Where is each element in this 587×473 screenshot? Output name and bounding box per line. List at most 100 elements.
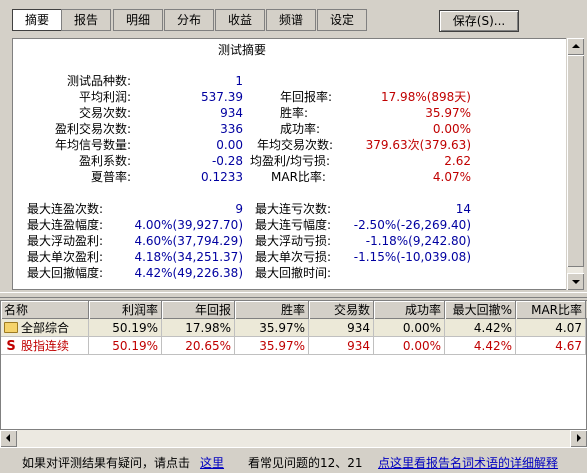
tab-returns[interactable]: 收益 — [215, 9, 265, 31]
summary-value: 0.00 — [216, 138, 243, 152]
scroll-left-button[interactable] — [0, 430, 17, 447]
cell-win-rate: 35.97% — [235, 319, 309, 337]
cell-mar: 4.67 — [516, 337, 586, 355]
column-header-profit-rate[interactable]: 利润率 — [89, 301, 162, 319]
scroll-up-button[interactable] — [567, 38, 584, 55]
summary-title: 测试摘要 — [218, 43, 267, 57]
cell-profit-rate: 50.19% — [89, 337, 162, 355]
summary-label: 盈利系数: — [78, 154, 131, 168]
summary-label: 最大连亏幅度: — [255, 218, 332, 232]
summary-label: 最大单次亏损: — [255, 250, 332, 264]
summary-label: 胜率: — [280, 106, 309, 120]
column-header-annual-return[interactable]: 年回报 — [162, 301, 235, 319]
tab-distribution[interactable]: 分布 — [164, 9, 214, 31]
summary-value: -1.18%(9,242.80) — [365, 234, 471, 248]
scroll-thumb[interactable] — [567, 55, 584, 267]
question-text: 如果对评测结果有疑问，请点击 — [22, 456, 191, 470]
summary-scrollbar[interactable] — [566, 38, 584, 290]
arrow-up-icon — [572, 44, 580, 48]
summary-value: 2.62 — [444, 154, 471, 168]
summary-label: 成功率: — [280, 122, 321, 136]
summary-value: 336 — [220, 122, 243, 136]
summary-label: 最大单次盈利: — [27, 250, 104, 264]
summary-value: 379.63次(379.63) — [365, 138, 471, 152]
cell-annual-return: 17.98% — [162, 319, 235, 337]
summary-label: MAR比率: — [271, 170, 326, 184]
tab-details[interactable]: 明细 — [113, 9, 163, 31]
table-row[interactable]: S 股指连续 50.19% 20.65% 35.97% 934 0.00% 4.4… — [1, 337, 587, 355]
save-button[interactable]: 保存(S)... — [439, 10, 519, 32]
tab-report[interactable]: 报告 — [61, 9, 111, 31]
summary-value: 9 — [235, 202, 243, 216]
summary-label: 最大连盈幅度: — [27, 218, 104, 232]
cell-max-drawdown: 4.42% — [445, 319, 516, 337]
tab-summary[interactable]: 摘要 — [12, 9, 62, 31]
summary-value: 14 — [455, 202, 471, 216]
cell-trades: 934 — [309, 319, 374, 337]
summary-value: 1 — [235, 74, 243, 88]
results-table: 名称 利润率 年回报 胜率 交易数 成功率 最大回撤% MAR比率 全部综合 5… — [0, 300, 587, 430]
summary-value: 0.00% — [432, 122, 471, 136]
panel-splitter[interactable] — [0, 292, 587, 298]
backtest-report-window: 摘要 报告 明细 分布 收益 频谱 设定 保存(S)... 测试摘要 测试品种数… — [0, 0, 587, 473]
arrow-right-icon — [577, 434, 581, 442]
column-header-win-rate[interactable]: 胜率 — [235, 301, 309, 319]
cell-max-drawdown: 4.42% — [445, 337, 516, 355]
summary-value: 4.42%(49,226.38) — [134, 266, 243, 280]
summary-label: 测试品种数: — [66, 74, 131, 88]
summary-label: 最大浮动盈利: — [27, 234, 104, 248]
summary-label: 最大回撤幅度: — [27, 266, 104, 280]
column-header-mar[interactable]: MAR比率 — [516, 301, 586, 319]
summary-value: 35.97% — [425, 106, 471, 120]
summary-label: 交易次数: — [78, 106, 131, 120]
cell-trades: 934 — [309, 337, 374, 355]
summary-value: 537.39 — [201, 90, 243, 104]
summary-label: 均盈利/均亏损: — [250, 154, 331, 168]
column-header-max-drawdown[interactable]: 最大回撤% — [445, 301, 516, 319]
tab-spectrum[interactable]: 频谱 — [266, 9, 316, 31]
arrow-down-icon — [572, 280, 580, 284]
table-hscrollbar[interactable] — [0, 430, 587, 447]
cell-success-rate: 0.00% — [374, 319, 445, 337]
summary-label: 最大连盈次数: — [27, 202, 104, 216]
summary-label: 年回报率: — [280, 90, 333, 104]
folder-icon — [4, 322, 18, 333]
column-header-name[interactable]: 名称 — [1, 301, 89, 319]
cell-win-rate: 35.97% — [235, 337, 309, 355]
summary-value: 934 — [220, 106, 243, 120]
column-header-trades[interactable]: 交易数 — [309, 301, 374, 319]
summary-label: 最大回撤时间: — [255, 266, 332, 280]
arrow-left-icon — [6, 434, 10, 442]
summary-value: 0.1233 — [201, 170, 243, 184]
summary-value: 4.18%(34,251.37) — [134, 250, 243, 264]
summary-label: 年均信号数量: — [54, 138, 131, 152]
tab-bar: 摘要 报告 明细 分布 收益 频谱 设定 保存(S)... — [0, 0, 587, 34]
cell-mar: 4.07 — [516, 319, 586, 337]
summary-label: 最大连亏次数: — [255, 202, 332, 216]
table-row[interactable]: 全部综合 50.19% 17.98% 35.97% 934 0.00% 4.42… — [1, 319, 587, 337]
summary-panel: 测试摘要 测试品种数: 1 平均利润: 537.39 交易次数: 934 盈利交… — [12, 38, 583, 290]
faq-text: 看常见问题的12、21 — [248, 456, 363, 470]
glossary-link[interactable]: 点这里看报告名词术语的详细解释 — [378, 454, 558, 471]
summary-value: 4.07% — [432, 170, 471, 184]
tab-settings[interactable]: 设定 — [317, 9, 367, 31]
summary-label: 夏普率: — [90, 170, 131, 184]
s-icon: S — [6, 339, 16, 354]
here-link[interactable]: 这里 — [200, 454, 224, 471]
summary-value: 17.98%(898天) — [380, 90, 471, 104]
status-bar: 如果对评测结果有疑问，请点击 这里 看常见问题的12、21 点这里看报告名词术语… — [0, 447, 587, 473]
scroll-down-button[interactable] — [567, 273, 584, 290]
scroll-right-button[interactable] — [570, 430, 587, 447]
cell-profit-rate: 50.19% — [89, 319, 162, 337]
summary-value: -1.15%(-10,039.08) — [353, 250, 471, 264]
summary-value: 4.00%(39,927.70) — [134, 218, 243, 232]
summary-label: 最大浮动亏损: — [255, 234, 332, 248]
table-header: 名称 利润率 年回报 胜率 交易数 成功率 最大回撤% MAR比率 — [1, 301, 587, 319]
summary-label: 盈利交易次数: — [54, 122, 131, 136]
cell-annual-return: 20.65% — [162, 337, 235, 355]
summary-value: -2.50%(-26,269.40) — [353, 218, 471, 232]
summary-label: 平均利润: — [78, 90, 131, 104]
column-header-success-rate[interactable]: 成功率 — [374, 301, 445, 319]
cell-success-rate: 0.00% — [374, 337, 445, 355]
row-name-cell: S 股指连续 — [1, 337, 89, 355]
